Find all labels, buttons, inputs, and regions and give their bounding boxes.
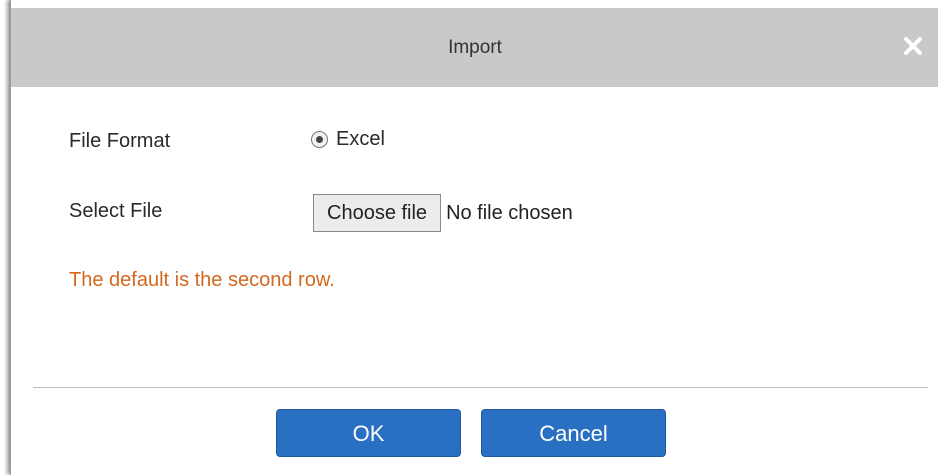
- import-dialog: Import File Format Excel Select File Cho…: [10, 0, 938, 475]
- excel-radio-label: Excel: [336, 128, 385, 150]
- select-file-label: Select File: [69, 200, 163, 222]
- close-icon[interactable]: [901, 34, 925, 58]
- dialog-titlebar: Import: [11, 8, 938, 87]
- default-row-note: The default is the second row.: [69, 269, 335, 291]
- file-format-label: File Format: [69, 130, 171, 152]
- excel-radio-option[interactable]: Excel: [311, 128, 385, 151]
- screen: Import File Format Excel Select File Cho…: [0, 0, 938, 475]
- no-file-chosen-text: No file chosen: [446, 201, 573, 224]
- footer-divider: [33, 387, 928, 388]
- dialog-title: Import: [448, 37, 502, 58]
- cancel-button[interactable]: Cancel: [481, 409, 666, 457]
- ok-button[interactable]: OK: [276, 409, 461, 457]
- choose-file-button[interactable]: Choose file: [313, 194, 442, 232]
- file-input[interactable]: Choose file No file chosen: [313, 194, 573, 232]
- radio-selected-icon[interactable]: [311, 131, 328, 148]
